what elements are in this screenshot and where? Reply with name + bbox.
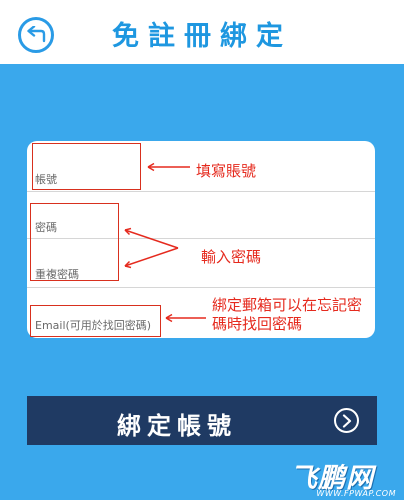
account-annotation: 填寫賬號 [196,162,257,180]
account-highlight-box [32,143,141,190]
watermark: 飞鹏网 WWW.FPWAP.COM [290,456,400,500]
watermark-url: WWW.FPWAP.COM [316,489,396,498]
email-annotation-line2: 碼時找回密碼 [212,315,303,333]
password-highlight-box [30,203,119,281]
email-highlight-box [30,305,161,337]
bind-button-label: 綁定帳號 [117,412,237,440]
password-annotation: 輸入密碼 [201,248,262,266]
email-annotation-line1: 綁定郵箱可以在忘記密 [212,296,363,314]
page-title: 免註冊綁定 [112,21,292,52]
bind-account-button[interactable]: 綁定帳號 [27,396,377,445]
divider [27,191,375,192]
divider [27,287,375,288]
app-header: 免註冊綁定 [0,0,404,64]
chevron-right-circle-icon [334,408,359,433]
